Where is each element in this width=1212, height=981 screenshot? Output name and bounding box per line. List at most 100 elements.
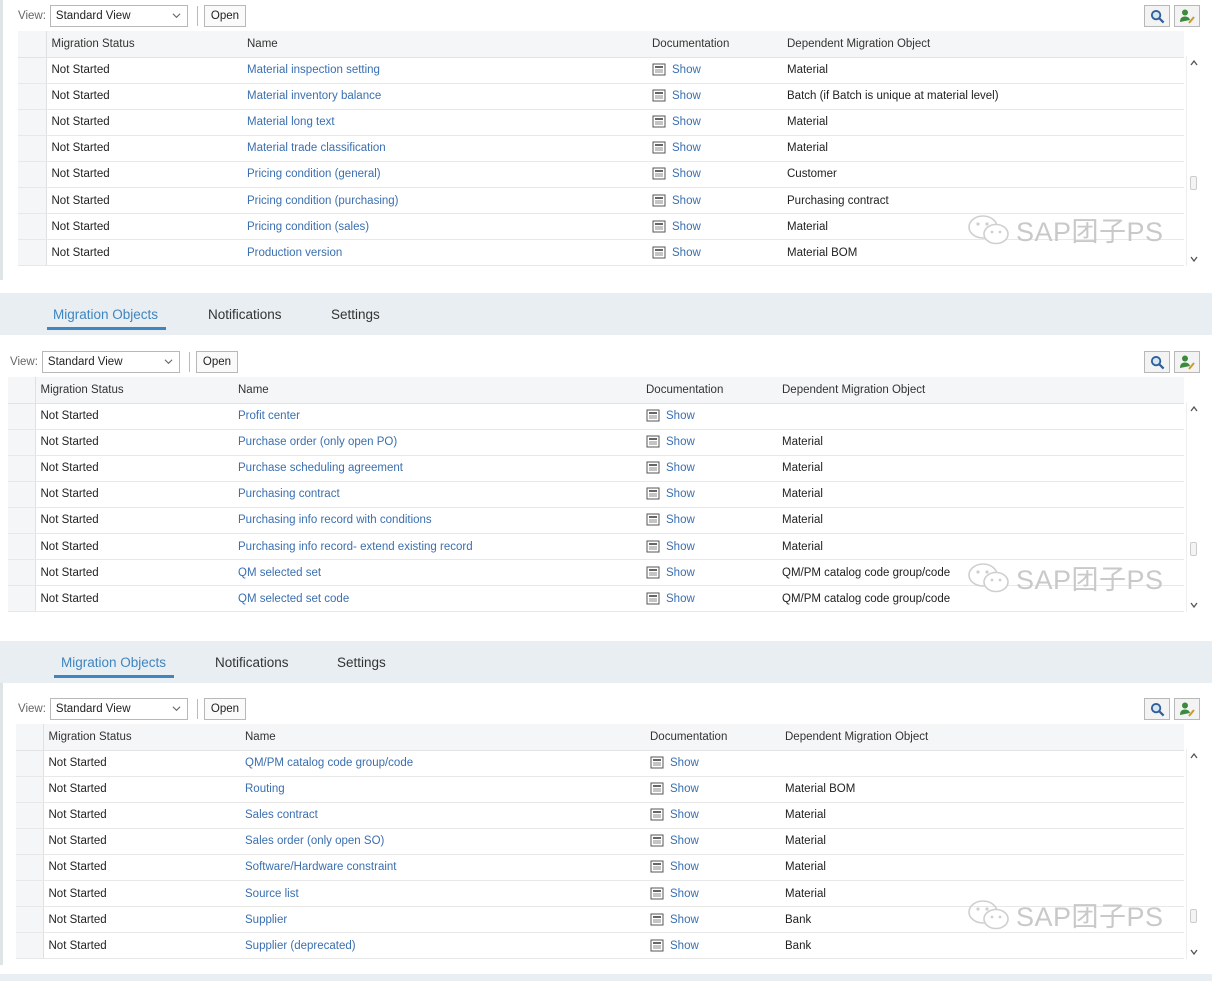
- panel-1-scrollbar[interactable]: [1186, 56, 1200, 266]
- scroll-thumb[interactable]: [1190, 176, 1197, 190]
- view-select[interactable]: Standard View: [41, 351, 180, 373]
- show-doc-link[interactable]: Show: [646, 592, 777, 606]
- scroll-down-icon[interactable]: [1190, 602, 1198, 608]
- show-doc-link[interactable]: Show: [646, 409, 777, 423]
- show-doc-link[interactable]: Show: [646, 513, 777, 527]
- scroll-down-icon[interactable]: [1190, 949, 1198, 955]
- name-link[interactable]: QM selected set: [233, 559, 641, 587]
- row-selector-header[interactable]: [18, 31, 47, 58]
- name-link[interactable]: Material inventory balance: [242, 83, 647, 110]
- name-link[interactable]: Production version: [242, 239, 647, 267]
- column-header-documentation[interactable]: Documentation: [645, 724, 780, 751]
- show-doc-link[interactable]: Show: [646, 566, 777, 580]
- name-link[interactable]: Purchasing contract: [233, 481, 641, 508]
- scroll-down-icon[interactable]: [1190, 256, 1198, 262]
- show-doc-link[interactable]: Show: [650, 782, 780, 796]
- row-selector[interactable]: [18, 213, 47, 241]
- show-doc-link[interactable]: Show: [650, 887, 780, 901]
- row-selector[interactable]: [18, 135, 47, 162]
- column-header-status[interactable]: Migration Status: [35, 377, 233, 404]
- row-selector[interactable]: [8, 559, 36, 587]
- scroll-thumb[interactable]: [1190, 909, 1197, 923]
- row-selector[interactable]: [8, 429, 36, 456]
- name-link[interactable]: Pricing condition (general): [242, 161, 647, 188]
- row-selector[interactable]: [8, 585, 36, 613]
- show-doc-link[interactable]: Show: [646, 487, 777, 501]
- name-link[interactable]: Material trade classification: [242, 135, 647, 162]
- name-link[interactable]: QM/PM catalog code group/code: [240, 750, 645, 777]
- show-doc-link[interactable]: Show: [650, 834, 780, 848]
- name-link[interactable]: Source list: [240, 880, 645, 908]
- name-link[interactable]: Software/Hardware constraint: [240, 854, 645, 881]
- scroll-up-icon[interactable]: [1190, 753, 1198, 759]
- row-selector[interactable]: [16, 828, 44, 855]
- scroll-up-icon[interactable]: [1190, 60, 1198, 66]
- search-button[interactable]: [1144, 351, 1170, 373]
- column-header-status[interactable]: Migration Status: [46, 31, 242, 58]
- view-select[interactable]: Standard View: [49, 5, 188, 27]
- user-settings-button[interactable]: [1174, 5, 1200, 27]
- scroll-thumb[interactable]: [1190, 542, 1197, 556]
- show-doc-link[interactable]: Show: [650, 808, 780, 822]
- name-link[interactable]: Pricing condition (purchasing): [242, 187, 647, 215]
- show-doc-link[interactable]: Show: [652, 246, 782, 260]
- row-selector[interactable]: [16, 880, 44, 908]
- column-header-status[interactable]: Migration Status: [43, 724, 240, 751]
- tab-migration-objects[interactable]: Migration Objects: [47, 293, 167, 335]
- row-selector[interactable]: [18, 83, 47, 110]
- row-selector[interactable]: [16, 932, 44, 960]
- tab-settings[interactable]: Settings: [331, 293, 380, 335]
- name-link[interactable]: Routing: [240, 776, 645, 803]
- name-link[interactable]: Purchasing info record with conditions: [233, 507, 641, 534]
- column-header-dependent[interactable]: Dependent Migration Object: [782, 31, 1184, 58]
- search-button[interactable]: [1144, 698, 1170, 720]
- name-link[interactable]: Purchasing info record- extend existing …: [233, 533, 641, 561]
- user-settings-button[interactable]: [1174, 698, 1200, 720]
- tab-notifications[interactable]: Notifications: [215, 641, 289, 683]
- row-selector-header[interactable]: [8, 377, 36, 404]
- row-selector[interactable]: [8, 481, 36, 508]
- open-button[interactable]: Open: [203, 5, 247, 27]
- name-link[interactable]: Material long text: [242, 109, 647, 136]
- row-selector[interactable]: [18, 187, 47, 215]
- row-selector[interactable]: [16, 854, 44, 881]
- row-selector-header[interactable]: [16, 724, 44, 751]
- row-selector[interactable]: [8, 455, 36, 482]
- name-link[interactable]: Sales order (only open SO): [240, 828, 645, 855]
- name-link[interactable]: Pricing condition (sales): [242, 213, 647, 241]
- name-link[interactable]: Purchase order (only open PO): [233, 429, 641, 456]
- row-selector[interactable]: [8, 403, 36, 430]
- show-doc-link[interactable]: Show: [652, 141, 782, 155]
- name-link[interactable]: Purchase scheduling agreement: [233, 455, 641, 482]
- search-button[interactable]: [1144, 5, 1170, 27]
- column-header-documentation[interactable]: Documentation: [647, 31, 782, 58]
- show-doc-link[interactable]: Show: [646, 435, 777, 449]
- row-selector[interactable]: [18, 109, 47, 136]
- show-doc-link[interactable]: Show: [652, 194, 782, 208]
- view-select[interactable]: Standard View: [49, 698, 188, 720]
- open-button[interactable]: Open: [195, 351, 239, 373]
- row-selector[interactable]: [18, 239, 47, 267]
- row-selector[interactable]: [18, 57, 47, 84]
- row-selector[interactable]: [18, 161, 47, 188]
- panel-3-scrollbar[interactable]: [1186, 749, 1200, 959]
- name-link[interactable]: Profit center: [233, 403, 641, 430]
- row-selector[interactable]: [8, 533, 36, 561]
- show-doc-link[interactable]: Show: [646, 461, 777, 475]
- name-link[interactable]: Supplier (deprecated): [240, 932, 645, 960]
- column-header-dependent[interactable]: Dependent Migration Object: [777, 377, 1184, 404]
- show-doc-link[interactable]: Show: [652, 220, 782, 234]
- column-header-name[interactable]: Name: [233, 377, 641, 404]
- row-selector[interactable]: [8, 507, 36, 534]
- name-link[interactable]: QM selected set code: [233, 585, 641, 613]
- row-selector[interactable]: [16, 802, 44, 829]
- show-doc-link[interactable]: Show: [650, 860, 780, 874]
- row-selector[interactable]: [16, 906, 44, 934]
- show-doc-link[interactable]: Show: [652, 63, 782, 77]
- show-doc-link[interactable]: Show: [652, 89, 782, 103]
- user-settings-button[interactable]: [1174, 351, 1200, 373]
- column-header-name[interactable]: Name: [240, 724, 645, 751]
- name-link[interactable]: Material inspection setting: [242, 57, 647, 84]
- row-selector[interactable]: [16, 750, 44, 777]
- show-doc-link[interactable]: Show: [646, 540, 777, 554]
